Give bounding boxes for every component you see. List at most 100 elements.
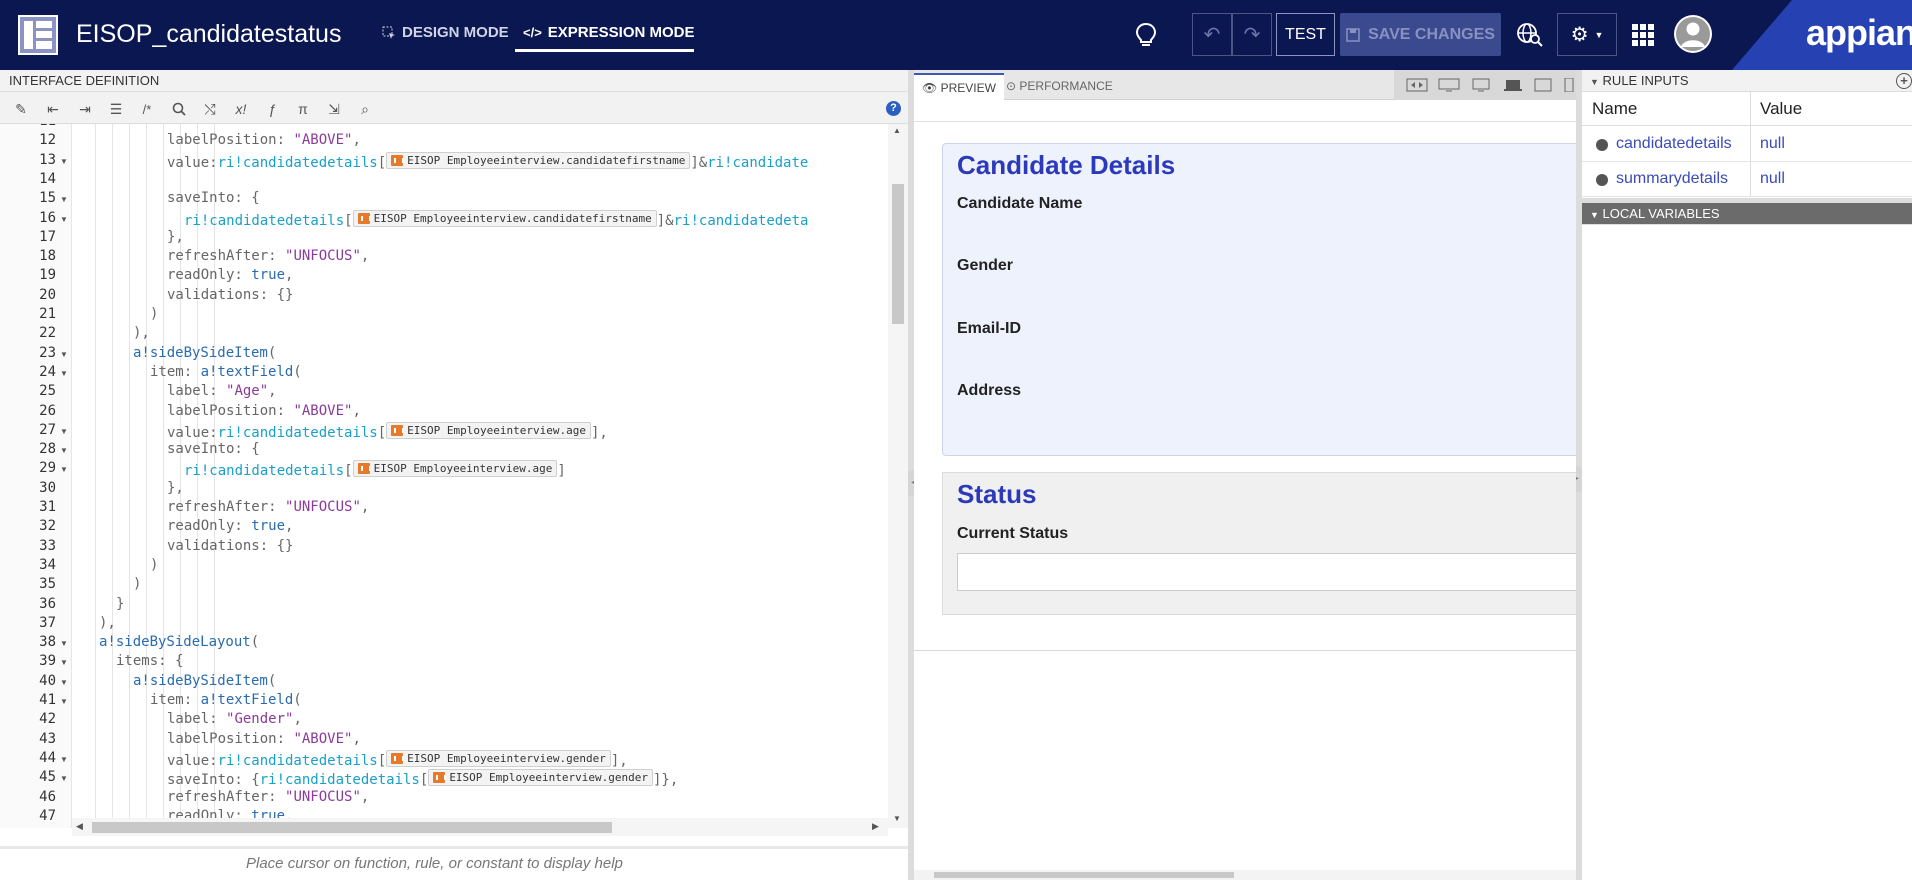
rule-input-name[interactable]: summarydetails (1616, 170, 1728, 188)
code-token: , (352, 402, 361, 419)
clock-icon: ⊙ (1006, 79, 1017, 93)
fold-toggle-icon[interactable]: ▼ (60, 755, 68, 764)
magic-wand-icon[interactable]: ✎ (12, 100, 30, 118)
vertical-scrollbar[interactable]: ▲ ▼ (888, 124, 908, 828)
code-line: labelPosition: "ABOVE", (167, 132, 361, 148)
app-launcher-icon[interactable] (1632, 24, 1654, 46)
code-token: a!sideBySideItem (133, 672, 268, 689)
line-number: 26 (39, 402, 56, 419)
code-line: validations: {} (167, 538, 293, 554)
code-line: ) (150, 557, 158, 573)
globe-search-icon[interactable] (1516, 22, 1544, 48)
code-token: label: (167, 383, 227, 400)
local-variables-header[interactable]: ▼ LOCAL VARIABLES (1582, 203, 1912, 225)
code-line: labelPosition: "ABOVE", (167, 403, 361, 419)
record-field-chip[interactable]: EISOP Employeeinterview.gender (428, 769, 653, 787)
email-id-label: Email-ID (957, 320, 1022, 337)
rule-input-row[interactable]: summarydetails null (1582, 162, 1912, 197)
top-bar: EISOP_candidatestatus DESIGN MODE </> EX… (0, 0, 1912, 70)
code-token: ( (267, 344, 277, 361)
record-type-icon (391, 154, 405, 166)
tab-preview[interactable]: 👁 PREVIEW (914, 73, 1004, 100)
value-column-header: Value (1760, 99, 1803, 118)
fold-toggle-icon[interactable]: ▼ (60, 697, 68, 706)
function-icon[interactable]: ƒ (263, 100, 281, 118)
gender-label: Gender (957, 257, 1014, 274)
format-list-icon[interactable]: ☰ (107, 100, 125, 118)
code-line: ri!candidatedetails[EISOP Employeeinterv… (184, 209, 808, 229)
scrollbar-thumb[interactable] (892, 184, 904, 324)
scrollbar-thumb[interactable] (92, 822, 612, 833)
current-status-input[interactable] (957, 553, 1576, 591)
record-field-chip[interactable]: EISOP Employeeinterview.candidatefirstna… (386, 151, 691, 169)
avatar[interactable] (1673, 14, 1713, 54)
record-field-name: EISOP Employeeinterview.age (407, 423, 586, 437)
shuffle-icon[interactable]: ⤭ (201, 100, 219, 118)
record-field-chip[interactable]: EISOP Employeeinterview.age (352, 460, 558, 478)
data-search-icon[interactable]: ⌕ (356, 100, 374, 118)
fold-toggle-icon[interactable]: ▼ (60, 195, 68, 204)
export-icon[interactable]: ⇲ (325, 100, 343, 118)
save-icon (1346, 27, 1360, 42)
fold-toggle-icon[interactable]: ▼ (60, 639, 68, 648)
record-field-chip[interactable]: EISOP Employeeinterview.candidatefirstna… (352, 209, 657, 227)
pi-icon[interactable]: π (294, 100, 312, 118)
phone-icon[interactable] (1558, 78, 1576, 92)
code-line: ), (99, 615, 116, 631)
lightbulb-icon[interactable] (1135, 22, 1157, 48)
fold-toggle-icon[interactable]: ▼ (60, 369, 68, 378)
fold-toggle-icon[interactable]: ▼ (60, 465, 68, 474)
fold-toggle-icon[interactable]: ▼ (60, 446, 68, 455)
help-icon[interactable]: ? (886, 101, 901, 116)
rule-input-value[interactable]: null (1760, 135, 1785, 153)
redo-button[interactable]: ↷ (1232, 13, 1272, 56)
tab-performance[interactable]: ⊙ PERFORMANCE (998, 73, 1121, 100)
indent-icon[interactable]: ⇥ (76, 100, 94, 118)
line-number: 31 (39, 499, 56, 515)
record-field-chip[interactable]: EISOP Employeeinterview.age (386, 421, 591, 439)
code-line: item: a!textField( (150, 692, 302, 708)
laptop-icon[interactable] (1502, 78, 1524, 92)
outdent-icon[interactable]: ⇤ (44, 100, 62, 118)
preview-horizontal-scrollbar[interactable] (914, 870, 1576, 880)
scroll-right-icon[interactable]: ▶ (872, 821, 879, 832)
desktop-icon[interactable] (1470, 78, 1492, 92)
scroll-down-icon[interactable]: ▼ (893, 814, 901, 823)
horizontal-scrollbar[interactable]: ◀ ▶ (72, 818, 888, 836)
fold-toggle-icon[interactable]: ▼ (60, 658, 68, 667)
fold-toggle-icon[interactable]: ▼ (60, 678, 68, 687)
rule-input-name[interactable]: candidatedetails (1616, 135, 1732, 153)
undo-button[interactable]: ↶ (1192, 13, 1232, 56)
settings-menu-button[interactable]: ⚙ ▼ (1557, 13, 1617, 56)
expression-icon[interactable]: x! (232, 100, 250, 118)
code-token: [ (419, 772, 429, 789)
scroll-up-icon[interactable]: ▲ (893, 126, 901, 135)
tablet-icon[interactable] (1532, 78, 1554, 92)
scroll-left-icon[interactable]: ◀ (76, 821, 83, 832)
record-field-name: EISOP Employeeinterview.gender (407, 751, 606, 765)
expression-mode-tab[interactable]: </> EXPRESSION MODE (523, 24, 695, 41)
code-editor[interactable]: 11 12 13 ▼ 14 15 ▼ 16 ▼ 17 18 19 20 21 22 23 ▼ 24 ▼ 25 26 27 ▼… (0, 124, 908, 828)
fold-toggle-icon[interactable]: ▼ (60, 157, 68, 166)
fit-width-icon[interactable] (1406, 78, 1428, 92)
test-button[interactable]: TEST (1276, 13, 1335, 56)
indent-guide (163, 124, 164, 828)
code-token: ) (150, 306, 159, 322)
rule-inputs-header[interactable]: ▼ RULE INPUTS + (1582, 70, 1912, 92)
add-rule-input-icon[interactable]: + (1896, 73, 1912, 89)
indent-guide (146, 124, 147, 828)
fold-toggle-icon[interactable]: ▼ (60, 774, 68, 783)
rule-input-value[interactable]: null (1760, 170, 1785, 188)
search-icon[interactable] (170, 100, 188, 118)
record-field-chip[interactable]: EISOP Employeeinterview.gender (386, 749, 611, 767)
save-changes-button[interactable]: SAVE CHANGES (1340, 13, 1501, 56)
fold-toggle-icon[interactable]: ▼ (60, 215, 68, 224)
code-token: ]}, (653, 772, 679, 789)
fold-toggle-icon[interactable]: ▼ (60, 350, 68, 359)
monitor-icon[interactable] (1438, 78, 1460, 92)
comment-icon[interactable]: /* (138, 100, 156, 118)
design-mode-tab[interactable]: DESIGN MODE (382, 24, 509, 41)
scrollbar-thumb[interactable] (934, 872, 1234, 878)
rule-input-row[interactable]: candidatedetails null (1582, 127, 1912, 162)
fold-toggle-icon[interactable]: ▼ (60, 427, 68, 436)
